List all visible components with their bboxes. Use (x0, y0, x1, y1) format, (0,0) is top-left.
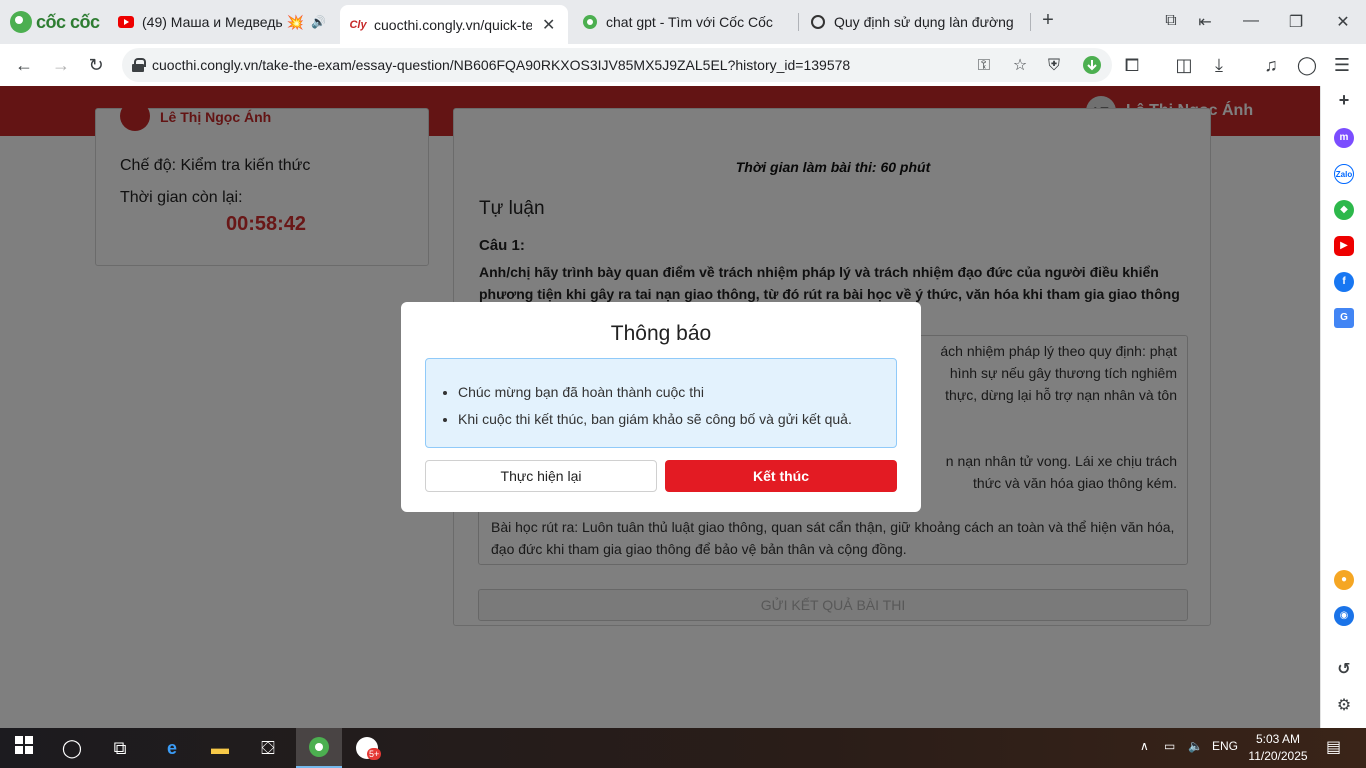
network-icon[interactable]: ▭ (1164, 739, 1175, 753)
messenger-icon[interactable]: m (1334, 128, 1354, 148)
navigation-bar: ← → ↻ cuocthi.congly.vn/take-the-exam/es… (0, 44, 1366, 86)
finish-button[interactable]: Kết thúc (665, 460, 897, 492)
forward-icon[interactable]: → (50, 54, 72, 76)
close-tab-icon[interactable]: ✕ (542, 15, 555, 35)
menu-icon[interactable]: ☰ (1331, 54, 1353, 76)
task-view-icon[interactable]: ⧉ (108, 736, 132, 760)
windows-taskbar: ◯ ⧉ e ▬ ⛋ 5+ ∧ ▭ 🔈 ENG 5:03 AM 11/20/202… (0, 728, 1366, 768)
language-indicator[interactable]: ENG (1212, 739, 1238, 753)
tab-strip: cốc cốc (49) Маша и Медведь 💥 HỌ 🔊 Cly c… (0, 0, 1366, 44)
address-bar[interactable]: cuocthi.congly.vn/take-the-exam/essay-qu… (122, 48, 1112, 82)
tab-title: (49) Маша и Медведь 💥 HỌ (142, 13, 305, 30)
store-icon[interactable]: ⛋ (256, 736, 280, 760)
history-back-icon[interactable]: ⇤ (1194, 12, 1216, 32)
zalo-taskbar-icon[interactable]: 5+ (355, 736, 382, 760)
add-icon[interactable]: + (1334, 90, 1354, 110)
congly-icon: Cly (349, 18, 367, 31)
download-badge-icon[interactable] (1082, 56, 1102, 76)
tab-coccoc-search[interactable]: chat gpt - Tìm với Cốc Cốc (572, 6, 794, 38)
close-window-icon[interactable]: ✕ (1332, 12, 1354, 32)
file-explorer-icon[interactable]: ▬ (208, 736, 232, 760)
speaker-icon[interactable]: 🔊 (311, 15, 326, 29)
extension-icon[interactable]: ● (1334, 570, 1354, 590)
profile-icon[interactable]: ◯ (1296, 54, 1318, 76)
clock-date: 11/20/2025 (1248, 749, 1308, 763)
tab-title: Quy định sử dụng làn đường (834, 14, 1014, 30)
tray-chevron-icon[interactable]: ∧ (1140, 739, 1149, 753)
info-alert: Chúc mừng bạn đã hoàn thành cuộc thi Khi… (425, 358, 897, 448)
brand-name: cốc cốc (36, 11, 100, 32)
browser-sidebar: + m Zalo ◆ ▶ f G ● ◉ ↺ ⚙ (1320, 86, 1366, 728)
tab-congly[interactable]: Cly cuocthi.congly.vn/quick-tes ✕ (340, 5, 568, 44)
web-page: LT Lê Thị Ngọc Ánh Lê Thị Ngọc Ánh Chế đ… (0, 86, 1320, 728)
tab-separator (1030, 13, 1031, 31)
url-text[interactable]: cuocthi.congly.vn/take-the-exam/essay-qu… (152, 57, 850, 73)
notifications-icon[interactable]: ▤ (1326, 737, 1341, 757)
star-icon[interactable]: ☆ (1010, 56, 1030, 76)
lock-icon[interactable] (132, 58, 146, 72)
system-clock[interactable]: 5:03 AM 11/20/2025 (1248, 731, 1308, 765)
edge-icon[interactable]: e (160, 736, 184, 760)
info-message: Khi cuộc thi kết thúc, ban giám khảo sẽ … (458, 406, 852, 433)
info-message: Chúc mừng bạn đã hoàn thành cuộc thi (458, 379, 852, 406)
pip-icon[interactable]: ◉ (1334, 606, 1354, 626)
notification-dialog: Thông báo Chúc mừng bạn đã hoàn thành cu… (401, 302, 921, 512)
history-icon[interactable]: ↺ (1334, 660, 1354, 680)
youtube-icon[interactable]: ▶ (1334, 236, 1354, 256)
dialog-title: Thông báo (610, 322, 712, 345)
reload-icon[interactable]: ↻ (85, 54, 107, 76)
tab-youtube[interactable]: (49) Маша и Медведь 💥 HỌ 🔊 (108, 6, 336, 38)
search-icon[interactable]: ◯ (60, 736, 84, 760)
zalo-icon[interactable]: Zalo (1334, 164, 1354, 184)
new-tab-icon[interactable]: + (1037, 9, 1059, 32)
split-view-icon[interactable]: ◫ (1173, 54, 1195, 76)
game-icon[interactable]: ◆ (1334, 200, 1354, 220)
shield-icon[interactable]: ⛨ (1044, 56, 1064, 76)
coccoc-icon (582, 14, 598, 30)
youtube-icon (118, 14, 134, 30)
retry-button[interactable]: Thực hiện lại (425, 460, 657, 492)
settings-icon[interactable]: ⚙ (1334, 696, 1354, 716)
coccoc-logo-icon (10, 11, 32, 33)
downloads-icon[interactable]: ⤓ (1208, 54, 1230, 76)
media-icon[interactable]: ♫ (1260, 54, 1282, 76)
back-icon[interactable]: ← (13, 54, 35, 76)
tab-quy-dinh[interactable]: Quy định sử dụng làn đường (800, 6, 1028, 38)
facebook-icon[interactable]: f (1334, 272, 1354, 292)
tab-title: chat gpt - Tìm với Cốc Cốc (606, 14, 773, 30)
browser-brand[interactable]: cốc cốc (10, 9, 100, 35)
tab-separator (798, 13, 799, 31)
key-icon[interactable]: ⚿ (974, 56, 994, 76)
restore-icon[interactable]: ❐ (1285, 12, 1307, 32)
extensions-icon[interactable]: ⧠ (1121, 54, 1143, 76)
windows-start-icon[interactable] (12, 736, 36, 760)
volume-icon[interactable]: 🔈 (1188, 739, 1203, 753)
minimize-icon[interactable]: — (1240, 12, 1262, 30)
clock-time: 5:03 AM (1255, 732, 1301, 746)
screenshot-icon[interactable]: ⧉ (1160, 12, 1182, 30)
translate-icon[interactable]: G (1334, 308, 1354, 328)
coccoc-taskbar-icon[interactable] (307, 736, 331, 760)
notification-badge: 5+ (367, 748, 382, 760)
tab-title: cuocthi.congly.vn/quick-tes (374, 16, 532, 33)
chatgpt-icon (810, 14, 826, 30)
